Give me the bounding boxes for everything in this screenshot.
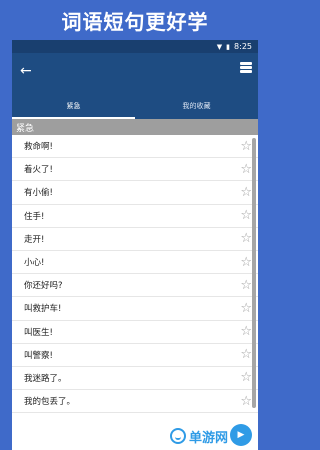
- watermark: 单游网: [170, 426, 228, 446]
- phrase-list: 救命啊! ☆ 着火了! ☆ 有小偷! ☆ 住手! ☆ 走开! ☆ 小心! ☆ 你还好吗? ☆ …: [12, 135, 258, 414]
- section-header: 紧急: [12, 119, 258, 135]
- tab-bar: 紧急 我的收藏: [12, 93, 258, 119]
- wifi-icon: ▼: [216, 42, 223, 51]
- list-item[interactable]: 有小偷! ☆: [12, 181, 258, 205]
- section-title: 紧急: [16, 123, 35, 134]
- battery-icon: ▮: [226, 42, 231, 51]
- tab-emergency[interactable]: 紧急: [12, 93, 135, 119]
- phrase-text: 叫救护车!: [24, 304, 62, 315]
- star-icon[interactable]: ☆: [240, 186, 252, 199]
- phrase-text: 救命啊!: [24, 142, 53, 153]
- star-icon[interactable]: ☆: [240, 209, 252, 222]
- list-item[interactable]: 着火了! ☆: [12, 158, 258, 182]
- phrase-text: 你还好吗?: [24, 281, 63, 292]
- phrase-text: 有小偷!: [24, 188, 53, 199]
- flashcards-icon[interactable]: [240, 62, 252, 76]
- play-button[interactable]: ▶: [230, 424, 252, 446]
- star-icon[interactable]: ☆: [240, 348, 252, 361]
- list-item[interactable]: 小心! ☆: [12, 251, 258, 275]
- tab-favorites[interactable]: 我的收藏: [135, 93, 258, 119]
- star-icon[interactable]: ☆: [240, 163, 252, 176]
- status-time: 8:25: [234, 42, 252, 51]
- list-item[interactable]: 救命啊! ☆: [12, 135, 258, 159]
- phrase-text: 小心!: [24, 258, 45, 269]
- star-icon[interactable]: ☆: [240, 325, 252, 338]
- star-icon[interactable]: ☆: [240, 140, 252, 153]
- list-item[interactable]: 我的包丢了。 ☆: [12, 390, 258, 414]
- phrase-text: 叫警察!: [24, 350, 53, 361]
- banner-title: 词语短句更好学: [61, 9, 209, 34]
- phrase-text: 我迷路了。: [24, 373, 67, 384]
- star-icon[interactable]: ☆: [240, 279, 252, 292]
- phone-screen: ▼ ▮ 8:25 ← 紧急 我的收藏 紧急 救命啊! ☆ 着火了! ☆ 有小偷! ☆ …: [12, 40, 258, 450]
- phrase-text: 走开!: [24, 234, 45, 245]
- play-icon: ▶: [237, 430, 245, 440]
- list-item[interactable]: 住手! ☆: [12, 205, 258, 228]
- phrase-text: 着火了!: [24, 165, 53, 176]
- list-item[interactable]: 走开! ☆: [12, 228, 258, 251]
- tab-label: 我的收藏: [182, 102, 211, 110]
- list-item[interactable]: 你还好吗? ☆: [12, 274, 258, 298]
- list-item[interactable]: 叫救护车! ☆: [12, 297, 258, 321]
- star-icon[interactable]: ☆: [240, 232, 252, 245]
- list-item[interactable]: 叫医生! ☆: [12, 321, 258, 344]
- tab-label: 紧急: [66, 102, 81, 110]
- phrase-text: 我的包丢了。: [24, 397, 76, 408]
- promo-banner: 词语短句更好学: [0, 0, 270, 40]
- star-icon[interactable]: ☆: [240, 302, 252, 315]
- star-icon[interactable]: ☆: [240, 256, 252, 269]
- phrase-text: 叫医生!: [24, 327, 53, 338]
- list-item[interactable]: 叫警察! ☆: [12, 344, 258, 367]
- star-icon[interactable]: ☆: [240, 371, 252, 384]
- back-arrow-icon[interactable]: ←: [20, 63, 32, 79]
- status-bar: ▼ ▮ 8:25: [12, 40, 258, 53]
- star-icon[interactable]: ☆: [240, 395, 252, 408]
- list-item[interactable]: 我迷路了。 ☆: [12, 367, 258, 391]
- phrase-text: 住手!: [24, 211, 45, 222]
- scrollbar[interactable]: [252, 138, 256, 408]
- app-bar: ←: [12, 53, 258, 93]
- smile-logo-icon: [170, 428, 186, 444]
- watermark-text: 单游网: [189, 430, 229, 446]
